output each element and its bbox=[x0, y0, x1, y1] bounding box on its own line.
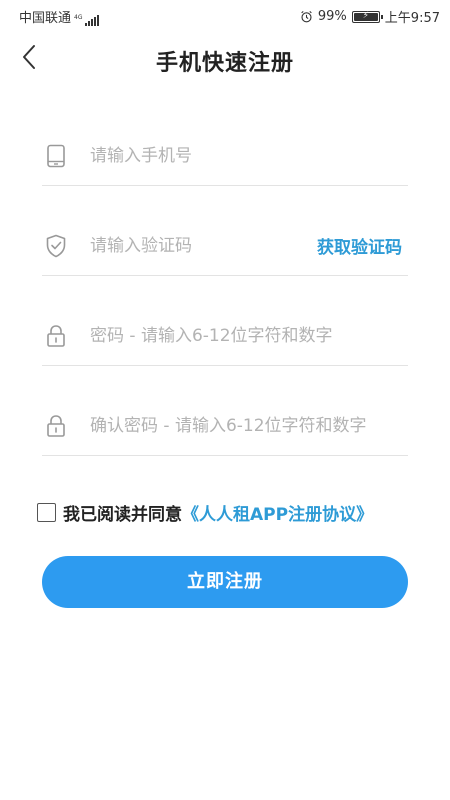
alarm-icon bbox=[301, 11, 312, 23]
status-right: 99% ⚡ 上午9:57 bbox=[300, 7, 440, 26]
carrier-label: 中国联通 bbox=[19, 11, 72, 26]
get-code-button[interactable]: 获取验证码 bbox=[317, 233, 402, 258]
agreement-row: 我已阅读并同意 《人人租APP注册协议》 bbox=[37, 500, 373, 525]
confirm-password-row bbox=[42, 396, 408, 456]
status-left: 中国联通 4G bbox=[19, 7, 100, 26]
signal-icon bbox=[85, 15, 100, 26]
clock: 上午9:57 bbox=[384, 11, 440, 26]
phone-icon bbox=[44, 144, 68, 168]
network-type-label: 4G bbox=[74, 14, 83, 21]
register-button[interactable]: 立即注册 bbox=[42, 556, 408, 608]
shield-check-icon bbox=[44, 234, 68, 258]
agreement-checkbox[interactable] bbox=[37, 503, 56, 522]
code-input[interactable] bbox=[90, 235, 317, 256]
agreement-text: 我已阅读并同意 bbox=[63, 505, 182, 525]
password-input[interactable] bbox=[90, 325, 408, 346]
agreement-link[interactable]: 《人人租APP注册协议》 bbox=[182, 500, 373, 525]
battery-percent: 99% bbox=[317, 9, 347, 24]
lock-icon bbox=[44, 324, 68, 348]
confirm-password-input[interactable] bbox=[90, 415, 408, 436]
code-row: 获取验证码 bbox=[42, 216, 408, 276]
lock-icon bbox=[44, 414, 68, 438]
phone-input[interactable] bbox=[90, 145, 408, 166]
battery-icon: ⚡ bbox=[351, 10, 383, 23]
password-row bbox=[42, 306, 408, 366]
nav-bar: 手机快速注册 bbox=[0, 30, 450, 88]
charging-icon: ⚡ bbox=[362, 11, 369, 21]
status-bar: 中国联通 4G 99% ⚡ 上午9:57 bbox=[0, 0, 450, 30]
page-title: 手机快速注册 bbox=[155, 51, 294, 76]
phone-row bbox=[42, 126, 408, 186]
